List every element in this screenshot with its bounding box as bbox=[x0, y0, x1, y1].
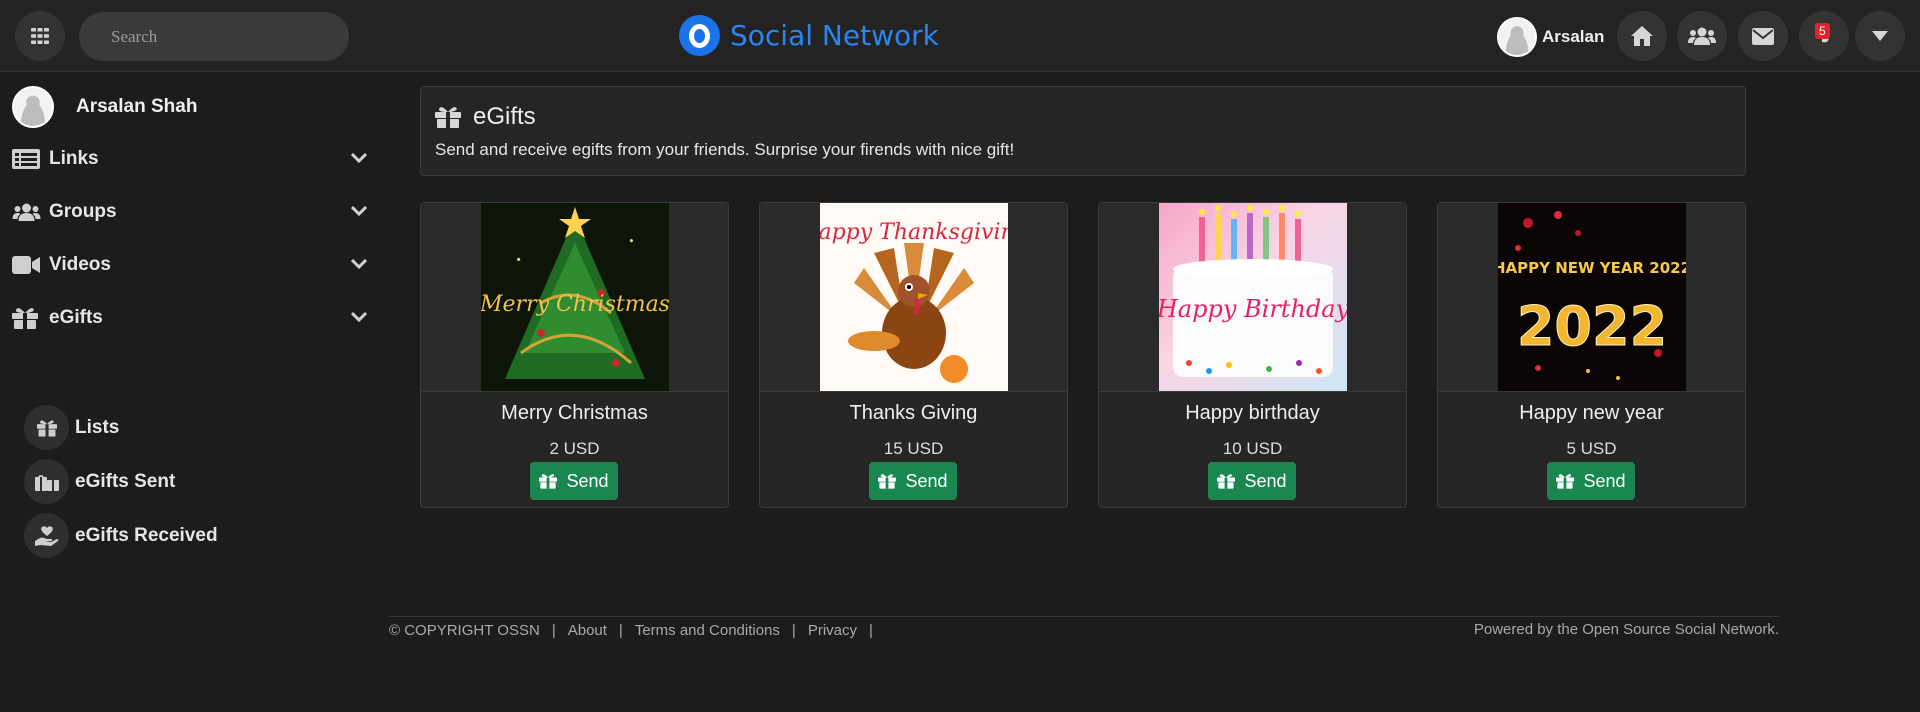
grid-icon bbox=[31, 27, 49, 45]
caret-down-icon bbox=[1872, 31, 1888, 41]
gift-icon bbox=[539, 474, 558, 489]
user-top-name: Arsalan bbox=[1542, 27, 1605, 46]
gift-image-christmas[interactable]: Merry Christmas bbox=[481, 203, 669, 391]
sidebar-user[interactable]: Arsalan Shah bbox=[12, 86, 197, 128]
gift-image-thanksgiving[interactable]: Happy Thanksgiving bbox=[820, 203, 1008, 391]
sidebar-item-label: Videos bbox=[49, 254, 111, 275]
gift-icon bbox=[24, 405, 69, 450]
chevron-down-icon[interactable] bbox=[350, 203, 368, 221]
messages-button[interactable] bbox=[1738, 11, 1788, 61]
gift-image-text: Happy Thanksgiving bbox=[820, 220, 1008, 245]
gift-image-text: Happy Birthday bbox=[1159, 295, 1347, 323]
sidebar-item-label: Groups bbox=[49, 201, 117, 222]
search-input[interactable] bbox=[79, 12, 349, 61]
avatar bbox=[12, 86, 54, 128]
send-gift-button[interactable]: Send bbox=[1547, 462, 1635, 500]
gift-image-birthday[interactable]: Happy Birthday bbox=[1159, 203, 1347, 391]
gift-image-new-year[interactable]: HAPPY NEW YEAR 2022 2022 bbox=[1498, 203, 1686, 391]
gift-image-year: 2022 bbox=[1517, 295, 1667, 358]
gift-name: Happy birthday bbox=[1185, 402, 1320, 424]
send-button-label: Send bbox=[905, 470, 948, 491]
notifications-button[interactable]: 5 bbox=[1799, 11, 1849, 61]
gift-name: Thanks Giving bbox=[849, 402, 978, 424]
sidebar-user-name: Arsalan Shah bbox=[76, 96, 198, 117]
users-icon bbox=[12, 202, 41, 222]
account-dropdown-button[interactable] bbox=[1855, 11, 1905, 61]
sidebar-subitem-lists[interactable]: Lists bbox=[24, 405, 119, 450]
gift-price: 2 USD bbox=[549, 439, 600, 458]
sidebar-item-groups[interactable]: Groups bbox=[12, 197, 368, 227]
hand-heart-icon bbox=[24, 513, 69, 558]
sidebar-item-label: eGifts bbox=[49, 307, 103, 328]
brand-logo-icon bbox=[679, 15, 720, 56]
gift-price: 10 USD bbox=[1222, 439, 1283, 458]
footer-divider bbox=[389, 616, 1779, 617]
menu-grid-button[interactable] bbox=[15, 11, 65, 61]
gifts-sent-icon bbox=[24, 459, 69, 504]
gift-name: Happy new year bbox=[1519, 402, 1664, 424]
footer-powered-by: Powered by the Open Source Social Networ… bbox=[1473, 621, 1779, 638]
sidebar-item-egifts[interactable]: eGifts bbox=[12, 303, 368, 333]
sidebar-subitem-egifts-received[interactable]: eGifts Received bbox=[24, 513, 218, 558]
send-button-label: Send bbox=[1244, 470, 1287, 491]
sidebar-item-videos[interactable]: Videos bbox=[12, 250, 368, 280]
chevron-down-icon[interactable] bbox=[350, 309, 368, 327]
egifts-header-panel: eGifts Send and receive egifts from your… bbox=[420, 86, 1746, 176]
gift-icon bbox=[878, 474, 897, 489]
gift-name: Merry Christmas bbox=[501, 402, 648, 424]
brand-logo-link[interactable]: Social Network bbox=[679, 15, 939, 56]
sidebar-item-label: Links bbox=[49, 148, 99, 169]
sidebar-subitem-label: Lists bbox=[75, 416, 120, 438]
send-gift-button[interactable]: Send bbox=[1208, 462, 1296, 500]
gift-card-new-year: HAPPY NEW YEAR 2022 2022 Happy new year … bbox=[1437, 202, 1746, 508]
footer-link-privacy[interactable]: Privacy bbox=[808, 622, 857, 639]
home-button[interactable] bbox=[1617, 11, 1667, 61]
gift-image-text: HAPPY NEW YEAR 2022 bbox=[1498, 259, 1686, 277]
user-menu-link[interactable]: Arsalan bbox=[1497, 17, 1604, 57]
send-button-label: Send bbox=[1583, 470, 1626, 491]
footer-link-about[interactable]: About bbox=[568, 622, 607, 639]
gift-icon bbox=[12, 307, 41, 329]
friends-button[interactable] bbox=[1677, 11, 1727, 61]
sidebar-subitem-egifts-sent[interactable]: eGifts Sent bbox=[24, 459, 175, 504]
sidebar-item-links[interactable]: Links bbox=[12, 144, 368, 174]
footer-link-terms[interactable]: Terms and Conditions bbox=[635, 622, 780, 639]
gift-price: 5 USD bbox=[1566, 439, 1617, 458]
envelope-icon bbox=[1752, 27, 1774, 45]
gift-card-thanksgiving: Happy Thanksgiving Thanks Giving 15 USD … bbox=[759, 202, 1068, 508]
avatar bbox=[1497, 17, 1537, 57]
chevron-down-icon[interactable] bbox=[350, 256, 368, 274]
page-description: Send and receive egifts from your friend… bbox=[435, 140, 1015, 159]
video-icon bbox=[12, 256, 41, 274]
sidebar-subitem-label: eGifts Received bbox=[75, 524, 218, 546]
footer-copyright: © COPYRIGHT OSSN bbox=[389, 622, 540, 639]
page-title: eGifts bbox=[473, 103, 536, 130]
send-gift-button[interactable]: Send bbox=[530, 462, 618, 500]
gift-icon bbox=[1556, 474, 1575, 489]
gift-price: 15 USD bbox=[883, 439, 944, 458]
list-icon bbox=[12, 149, 41, 169]
top-bar: Social Network Arsalan 5 bbox=[0, 0, 1920, 72]
sidebar-subitem-label: eGifts Sent bbox=[75, 470, 176, 492]
gift-image-text: Merry Christmas bbox=[481, 292, 669, 317]
send-button-label: Send bbox=[566, 470, 609, 491]
send-gift-button[interactable]: Send bbox=[869, 462, 957, 500]
chevron-down-icon[interactable] bbox=[350, 150, 368, 168]
footer-links: © COPYRIGHT OSSN | About | Terms and Con… bbox=[389, 622, 873, 639]
users-icon bbox=[1688, 27, 1716, 45]
home-icon bbox=[1631, 26, 1653, 46]
gift-card-birthday: Happy Birthday Happy birthday 10 USD Sen… bbox=[1098, 202, 1407, 508]
gift-card-christmas: Merry Christmas Merry Christmas 2 USD Se… bbox=[420, 202, 729, 508]
brand-name: Social Network bbox=[730, 19, 939, 52]
gift-icon bbox=[1217, 474, 1236, 489]
gift-icon bbox=[435, 107, 461, 128]
notification-badge: 5 bbox=[1815, 23, 1830, 39]
